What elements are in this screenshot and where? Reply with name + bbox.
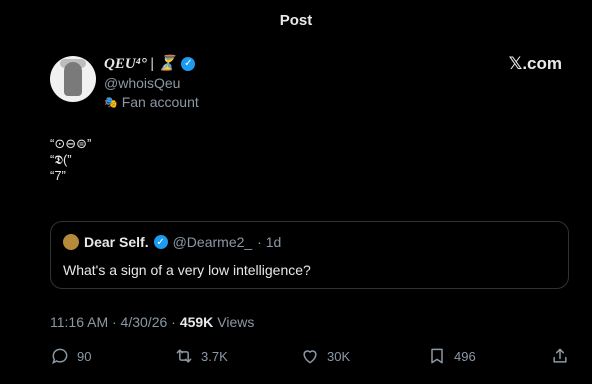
views-label: Views [217, 314, 255, 330]
post-line: “7” [50, 168, 66, 183]
post-text: “⊙⊖⊜” “𝕯(” “7” [50, 136, 91, 184]
affiliation-label: 🎭 Fan account [104, 94, 199, 110]
verified-badge-icon: ✓ [181, 56, 196, 71]
bookmark-button[interactable]: 496 [427, 346, 476, 366]
quoted-post-header: Dear Self. ✓ @Dearme2_ · 1d [63, 234, 281, 250]
share-button[interactable] [550, 346, 570, 366]
author-block: QEU⁴° | ⏳ ✓ @whoisQeu 🎭 Fan account [104, 54, 199, 110]
quoted-post-text: What's a sign of a very low intelligence… [63, 262, 311, 278]
avatar[interactable] [50, 56, 96, 102]
verified-badge-icon: ✓ [153, 235, 168, 249]
affiliation-label-text: Fan account [121, 94, 199, 110]
mask-icon: 🎭 [104, 96, 118, 109]
quoted-avatar [63, 234, 79, 250]
author-name-row[interactable]: QEU⁴° | ⏳ ✓ [104, 54, 199, 73]
like-count: 30K [327, 348, 351, 364]
avatar-figure [64, 62, 82, 96]
page-title: Post [279, 12, 313, 29]
quoted-author-name: Dear Self. [84, 234, 149, 250]
heart-icon [303, 350, 317, 364]
quoted-post[interactable]: Dear Self. ✓ @Dearme2_ · 1d What's a sig… [50, 221, 569, 289]
repost-icon [176, 349, 192, 363]
like-button[interactable]: 30K [300, 346, 350, 366]
reply-count: 90 [77, 348, 92, 364]
author-display-name[interactable]: QEU⁴° | ⏳ [104, 54, 176, 73]
repost-count: 3.7K [201, 348, 228, 364]
quoted-author-handle: @Dearme2_ [172, 234, 253, 250]
reply-icon [52, 348, 68, 365]
repost-button[interactable]: 3.7K [174, 346, 228, 366]
post-timestamp[interactable]: 11:16 AM · 4/30/26 · [50, 314, 176, 330]
post-meta: 11:16 AM · 4/30/26 · 459K Views [50, 314, 254, 330]
quoted-post-time: · 1d [257, 234, 282, 250]
reply-button[interactable]: 90 [50, 346, 91, 366]
views-count: 459K [179, 314, 214, 330]
action-bar: 90 3.7K 30K 496 [50, 346, 570, 366]
author-handle[interactable]: @whoisQeu [104, 75, 199, 91]
x-logo: 𝕏.com [508, 54, 562, 73]
bookmark-icon [431, 348, 443, 364]
post-line: “𝕯(” [50, 152, 72, 167]
post-line: “⊙⊖⊜” [50, 136, 92, 151]
share-icon [553, 348, 567, 363]
bookmark-count: 496 [454, 348, 476, 364]
